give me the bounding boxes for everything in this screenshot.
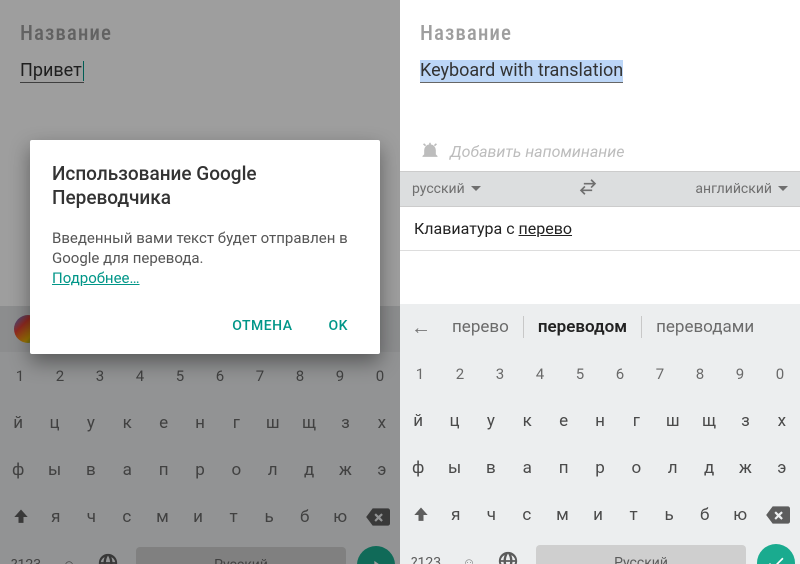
key-2[interactable]: 2 <box>440 350 480 397</box>
key-ш[interactable]: ш <box>655 397 691 444</box>
source-language-dropdown[interactable]: русский <box>412 181 481 197</box>
reminder-placeholder: Добавить напоминание <box>450 142 624 161</box>
suggestion-1[interactable]: переводом <box>524 317 641 337</box>
enter-key[interactable] <box>752 539 800 564</box>
suggestion-back-button[interactable]: ← <box>404 315 438 340</box>
note-title: Название <box>420 22 780 46</box>
keyboard-row-3: ячсмитьбю <box>438 491 758 538</box>
key-ю[interactable]: ю <box>722 491 758 538</box>
keyboard-row-2: фывапролджэ <box>400 444 800 491</box>
swap-languages-button[interactable] <box>578 177 598 201</box>
chevron-down-icon <box>471 184 481 194</box>
cancel-button[interactable]: ОТМЕНА <box>222 312 302 340</box>
dialog-body: Введенный вами текст будет отправлен в G… <box>52 228 358 289</box>
suggestion-bar: ← перево переводом переводами <box>400 304 800 350</box>
key-н[interactable]: н <box>582 397 618 444</box>
key-к[interactable]: к <box>509 397 545 444</box>
emoji-key[interactable]: ☺ <box>452 555 486 564</box>
key-х[interactable]: х <box>764 397 800 444</box>
key-щ[interactable]: щ <box>691 397 727 444</box>
key-р[interactable]: р <box>582 444 618 491</box>
key-в[interactable]: в <box>473 444 509 491</box>
key-8[interactable]: 8 <box>680 350 720 397</box>
key-м[interactable]: м <box>545 491 581 538</box>
key-л[interactable]: л <box>655 444 691 491</box>
translate-language-bar: русский английский <box>400 171 800 207</box>
dialog-title: Использование Google Переводчика <box>52 162 358 210</box>
key-4[interactable]: 4 <box>520 350 560 397</box>
keyboard-row-numbers: 1234567890 <box>400 350 800 397</box>
key-у[interactable]: у <box>473 397 509 444</box>
backspace-key[interactable] <box>758 491 796 538</box>
key-о[interactable]: о <box>618 444 654 491</box>
key-э[interactable]: э <box>764 444 800 491</box>
key-з[interactable]: з <box>727 397 763 444</box>
suggestion-0[interactable]: перево <box>438 317 523 337</box>
translate-consent-dialog: Использование Google Переводчика Введенн… <box>30 140 380 354</box>
key-и[interactable]: и <box>580 491 616 538</box>
translate-input[interactable]: Клавиатура с перево <box>400 207 800 251</box>
globe-key[interactable] <box>486 550 530 564</box>
key-ж[interactable]: ж <box>727 444 763 491</box>
keyboard-row-3-wrap: ячсмитьбю <box>400 491 800 538</box>
key-д[interactable]: д <box>691 444 727 491</box>
key-а[interactable]: а <box>509 444 545 491</box>
key-5[interactable]: 5 <box>560 350 600 397</box>
key-7[interactable]: 7 <box>640 350 680 397</box>
space-key[interactable]: Русский <box>536 545 746 564</box>
key-б[interactable]: б <box>687 491 723 538</box>
key-3[interactable]: 3 <box>480 350 520 397</box>
key-ф[interactable]: ф <box>400 444 436 491</box>
target-language-dropdown[interactable]: английский <box>695 181 788 197</box>
key-9[interactable]: 9 <box>720 350 760 397</box>
learn-more-link[interactable]: Подробнее… <box>52 269 140 287</box>
suggestion-2[interactable]: переводами <box>642 317 768 337</box>
reminder-icon <box>420 141 440 161</box>
swap-icon <box>578 177 598 197</box>
symbols-key[interactable]: ?123 <box>400 555 452 564</box>
key-г[interactable]: г <box>618 397 654 444</box>
shift-key[interactable] <box>404 491 438 538</box>
key-п[interactable]: п <box>545 444 581 491</box>
key-ц[interactable]: ц <box>436 397 472 444</box>
key-1[interactable]: 1 <box>400 350 440 397</box>
key-0[interactable]: 0 <box>760 350 800 397</box>
key-с[interactable]: с <box>509 491 545 538</box>
note-text-input[interactable]: Keyboard with translation <box>420 60 623 83</box>
key-е[interactable]: е <box>545 397 581 444</box>
key-я[interactable]: я <box>438 491 474 538</box>
key-6[interactable]: 6 <box>600 350 640 397</box>
key-й[interactable]: й <box>400 397 436 444</box>
key-ы[interactable]: ы <box>436 444 472 491</box>
keyboard: ← перево переводом переводами 1234567890… <box>400 304 800 564</box>
ok-button[interactable]: OK <box>319 312 359 340</box>
keyboard-row-1: йцукенгшщзх <box>400 397 800 444</box>
add-reminder[interactable]: Добавить напоминание <box>400 141 800 171</box>
key-ч[interactable]: ч <box>474 491 510 538</box>
key-ь[interactable]: ь <box>651 491 687 538</box>
chevron-down-icon <box>778 184 788 194</box>
key-т[interactable]: т <box>616 491 652 538</box>
